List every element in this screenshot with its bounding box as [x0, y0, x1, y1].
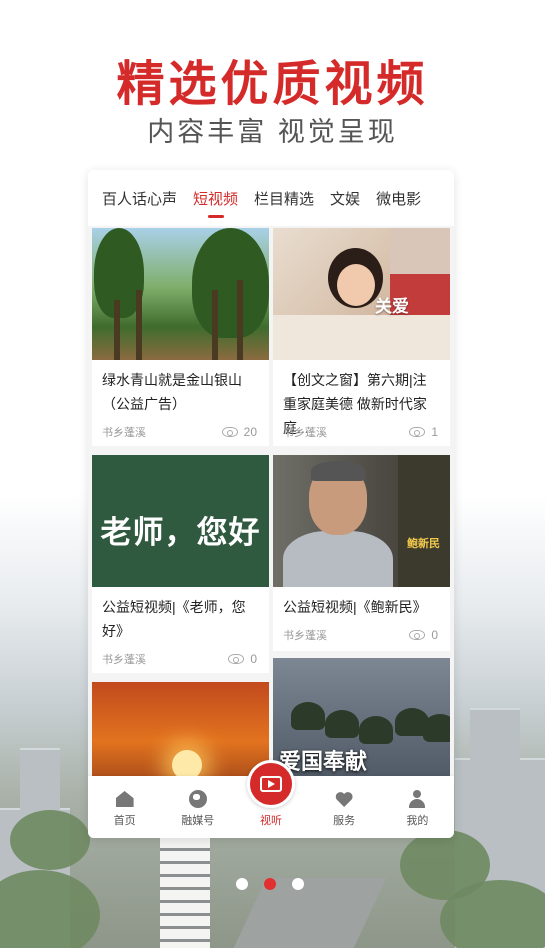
video-card[interactable]: 老师，您好 公益短视频|《老师，您好》 书乡蓬溪 0 [92, 455, 269, 673]
nav-mine[interactable]: 我的 [387, 790, 447, 828]
hero-title: 精选优质视频 [116, 56, 429, 112]
eye-icon [221, 427, 238, 437]
thumbnail-caption: 鲍新民 [407, 538, 440, 550]
video-source: 书乡蓬溪 [102, 654, 146, 666]
view-count: 0 [409, 628, 438, 642]
tab-short-video[interactable]: 短视频 [185, 188, 246, 209]
globe-icon [188, 790, 207, 808]
eye-icon [409, 427, 426, 437]
video-thumbnail[interactable]: 关爱 [273, 228, 450, 360]
nav-media-account[interactable]: 融媒号 [168, 790, 228, 828]
video-source: 书乡蓬溪 [102, 427, 146, 439]
user-icon [408, 790, 426, 808]
nav-label: 融媒号 [181, 815, 215, 827]
thumbnail-caption: 关爱 [375, 297, 409, 316]
nav-label: 我的 [406, 815, 429, 827]
video-play-icon [260, 776, 282, 792]
video-card[interactable]: 鲍新民 公益短视频|《鲍新民》 书乡蓬溪 0 [273, 455, 450, 651]
video-card[interactable]: 关爱 【创文之窗】第六期|注重家庭美德 做新时代家庭... 书乡蓬溪 1 [273, 228, 450, 446]
nav-label: 服务 [333, 815, 356, 827]
heart-icon [335, 791, 353, 807]
video-card[interactable]: 绿水青山就是金山银山（公益广告） 书乡蓬溪 20 [92, 228, 269, 446]
video-meta: 书乡蓬溪 0 [102, 651, 257, 667]
video-title[interactable]: 公益短视频|《鲍新民》 [283, 595, 440, 619]
video-meta: 书乡蓬溪 20 [102, 424, 257, 440]
video-thumbnail[interactable]: 老师，您好 [92, 455, 269, 587]
eye-icon [228, 654, 245, 664]
audio-video-center-button[interactable] [247, 760, 295, 808]
video-source: 书乡蓬溪 [283, 630, 327, 642]
nav-home[interactable]: 首页 [95, 790, 155, 828]
video-card[interactable]: 爱国奉献 [273, 658, 450, 788]
tab-bairen-huaxinsheng[interactable]: 百人话心声 [94, 188, 185, 209]
nav-label: 视听 [259, 815, 282, 827]
tab-column-picks[interactable]: 栏目精选 [246, 188, 322, 209]
view-count: 1 [409, 425, 438, 439]
tab-micro-film[interactable]: 微电影 [368, 188, 429, 209]
video-thumbnail[interactable]: 鲍新民 [273, 455, 450, 587]
video-meta: 书乡蓬溪 0 [283, 627, 438, 643]
tab-entertainment[interactable]: 文娱 [322, 188, 368, 209]
thumbnail-caption: 爱国奉献 [279, 749, 368, 774]
video-title[interactable]: 绿水青山就是金山银山（公益广告） [102, 368, 259, 416]
carousel-dot[interactable] [292, 878, 304, 890]
video-thumbnail[interactable]: 爱国奉献 [273, 658, 450, 788]
hero-subtitle: 内容丰富 视觉呈现 [147, 117, 398, 147]
carousel-dot-active[interactable] [264, 878, 276, 890]
eye-icon [409, 630, 426, 640]
category-tabs: 百人话心声 短视频 栏目精选 文娱 微电影 [88, 170, 454, 226]
view-count: 0 [228, 652, 257, 666]
home-icon [115, 791, 134, 807]
video-source: 书乡蓬溪 [283, 427, 327, 439]
video-meta: 书乡蓬溪 1 [283, 424, 438, 440]
carousel-indicator [236, 878, 304, 890]
carousel-dot[interactable] [236, 878, 248, 890]
nav-services[interactable]: 服务 [314, 790, 374, 828]
bottom-navigation: 首页 融媒号 视听 服务 我的 [88, 760, 454, 838]
app-screen-preview: 百人话心声 短视频 栏目精选 文娱 微电影 绿水青山就是金山银山（公益广告） 书… [88, 170, 454, 838]
video-title[interactable]: 公益短视频|《老师，您好》 [102, 595, 259, 643]
view-count: 20 [221, 425, 257, 439]
video-thumbnail[interactable] [92, 228, 269, 360]
nav-label: 首页 [113, 815, 136, 827]
thumbnail-caption: 老师，您好 [100, 515, 261, 550]
